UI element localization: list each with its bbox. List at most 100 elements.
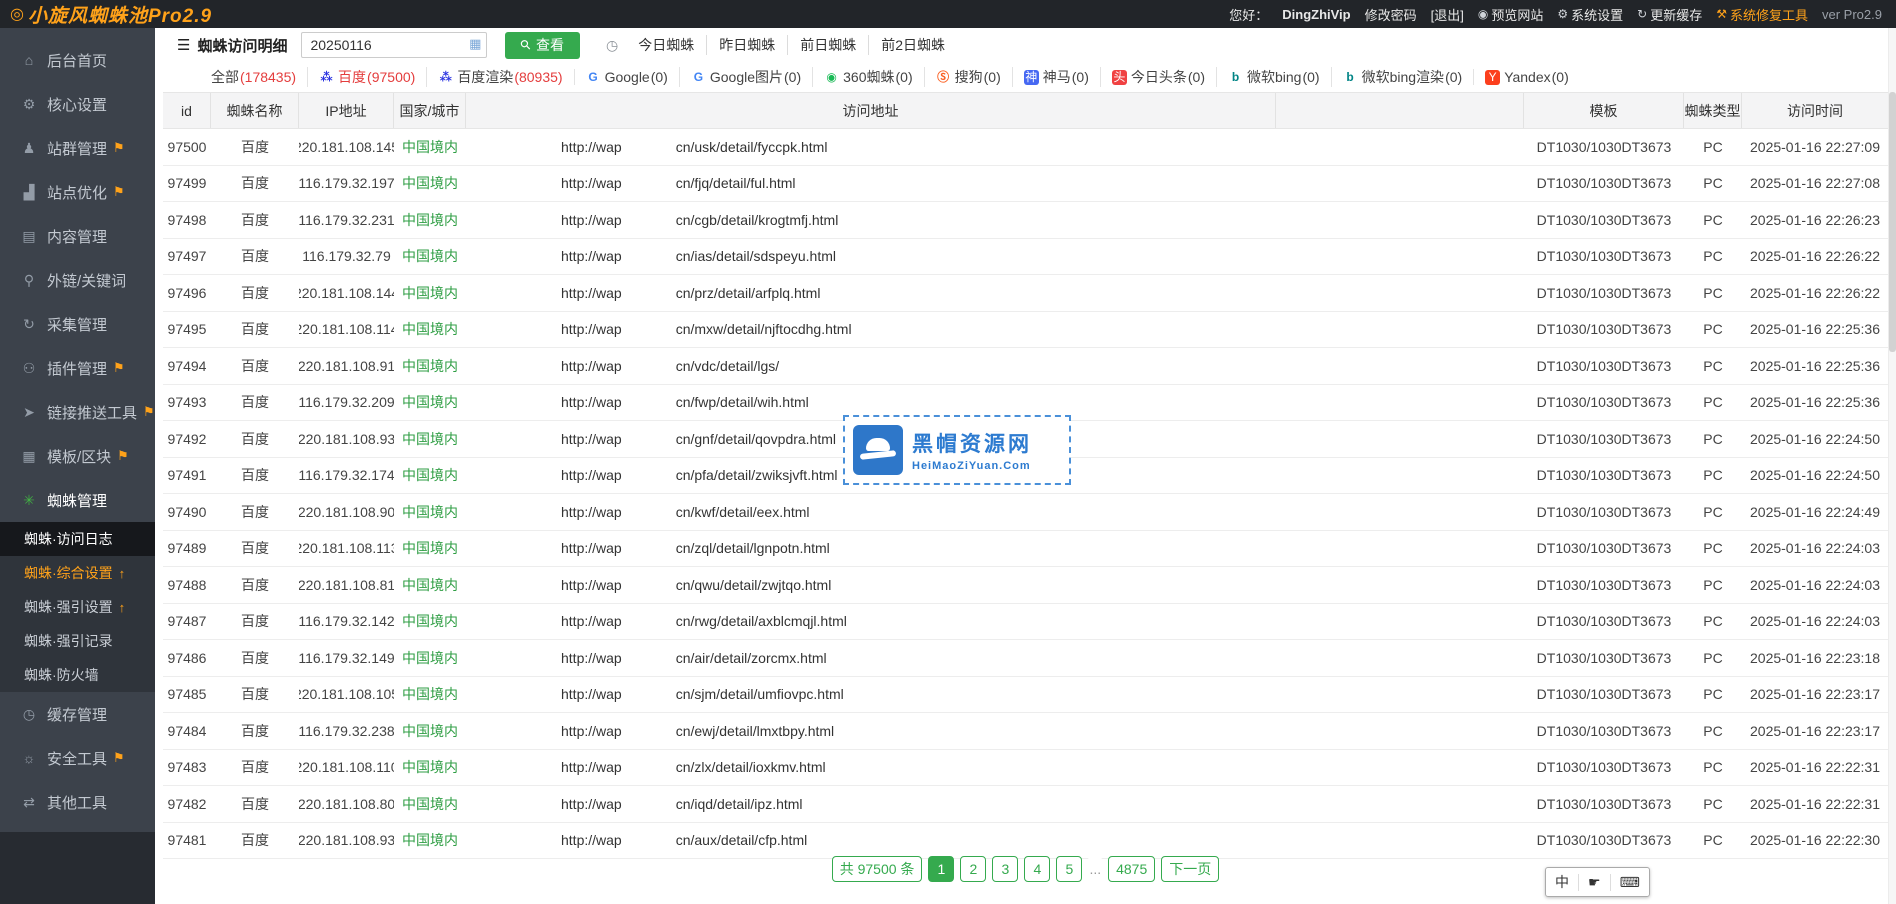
spider-filter-bar: 全部 (178435) ⁂ 百度 (97500) ⁂ 百度渲染 (80935) …: [155, 62, 1896, 92]
sidebar: ⌂ 后台首页 ⚙ 核心设置 ♟ 站群管理 ⚑ ▟ 站点优化 ⚑: [0, 28, 155, 904]
app-logo: ◎ 小旋风蜘蛛池Pro2.9: [0, 1, 212, 28]
filter-count: (0): [784, 69, 801, 85]
sidebar-item-cache[interactable]: ◷ 缓存管理: [0, 692, 155, 736]
cell-template: DT1030/1030DT3673: [1524, 212, 1684, 228]
sidebar-item-content[interactable]: ▤ 内容管理: [0, 214, 155, 258]
url-prefix: http://wap: [561, 832, 622, 848]
cell-id: 97486: [163, 650, 211, 666]
filter-bing-render[interactable]: b 微软bing渲染 (0): [1331, 67, 1474, 87]
filter-360[interactable]: ◉ 360蜘蛛 (0): [812, 67, 923, 87]
url-prefix: http://wap: [561, 358, 622, 374]
cell-template: DT1030/1030DT3673: [1524, 394, 1684, 410]
sidebar-item-dashboard[interactable]: ⌂ 后台首页: [0, 38, 155, 82]
column-header-spider-type: 蜘蛛类型: [1684, 93, 1742, 128]
cell-id: 97494: [163, 358, 211, 374]
cell-region: 中国境内: [394, 538, 466, 558]
sidebar-item-spider[interactable]: ✳ 蜘蛛管理: [0, 478, 155, 522]
scrollbar-thumb[interactable]: [1889, 92, 1896, 352]
sidebar-item-templates[interactable]: ▦ 模板/区块 ⚑: [0, 434, 155, 478]
cell-id: 97483: [163, 759, 211, 775]
chart-icon: ▟: [20, 184, 38, 201]
sidebar-item-links-keywords[interactable]: ⚲ 外链/关键词: [0, 258, 155, 302]
today-spider-link[interactable]: 今日蜘蛛: [626, 35, 706, 55]
ime-pointer-icon[interactable]: ☛: [1578, 874, 1610, 891]
cell-region: 中国境内: [394, 283, 466, 303]
filter-baidu-render[interactable]: ⁂ 百度渲染 (80935): [426, 67, 573, 87]
cell-spider-type: PC: [1684, 832, 1742, 848]
censored-domain-block: [622, 432, 676, 446]
filter-all[interactable]: 全部 (178435): [181, 67, 307, 87]
pin-icon: ⚑: [113, 184, 125, 200]
filter-google-images[interactable]: G Google图片 (0): [679, 67, 812, 87]
url-prefix: http://wap: [561, 686, 622, 702]
username-label: DingZhiVip: [1282, 7, 1350, 22]
page-button-2[interactable]: 2: [960, 856, 986, 882]
view-button[interactable]: ⚲ 查看: [505, 32, 580, 59]
filter-toutiao[interactable]: 头 今日头条 (0): [1100, 67, 1216, 87]
sidebar-item-link-push[interactable]: ➤ 链接推送工具 ⚑: [0, 390, 155, 434]
system-settings-link[interactable]: ⚙系统设置: [1557, 5, 1623, 24]
cell-region: 中国境内: [394, 356, 466, 376]
date-input[interactable]: [301, 32, 487, 58]
sidebar-item-spider-force-log[interactable]: 蜘蛛·强引记录: [0, 624, 155, 658]
sidebar-item-spider-firewall[interactable]: 蜘蛛·防火墙: [0, 658, 155, 692]
refresh-cache-link[interactable]: ↻更新缓存: [1637, 5, 1702, 24]
sidebar-item-label: 缓存管理: [47, 704, 107, 725]
filter-shenma[interactable]: 神 神马 (0): [1012, 67, 1100, 87]
sidebar-item-spider-force-settings[interactable]: 蜘蛛·强引设置 ↑: [0, 590, 155, 624]
day-before-spider-link[interactable]: 前日蜘蛛: [787, 35, 868, 55]
change-password-link[interactable]: 修改密码: [1365, 5, 1417, 24]
repair-tool-link[interactable]: ⚒系统修复工具: [1716, 5, 1808, 24]
pin-icon: ⚑: [117, 448, 129, 464]
page-button-1[interactable]: 1: [928, 856, 954, 882]
logout-link[interactable]: [退出]: [1431, 5, 1464, 24]
preview-site-link[interactable]: ◉预览网站: [1478, 5, 1544, 24]
ime-lang-indicator[interactable]: 中: [1546, 872, 1578, 892]
sidebar-item-core-settings[interactable]: ⚙ 核心设置: [0, 82, 155, 126]
sidebar-item-spider-general-settings[interactable]: 蜘蛛·综合设置 ↑: [0, 556, 155, 590]
sidebar-item-other-tools[interactable]: ⇄ 其他工具: [0, 780, 155, 824]
user-icon: ♟: [20, 140, 38, 157]
filter-count: (0): [1188, 69, 1205, 85]
page-button-4[interactable]: 4: [1024, 856, 1050, 882]
cell-visit-url: http://wap cn/zql/detail/lgnpotn.html: [466, 540, 1524, 556]
url-prefix: http://wap: [561, 467, 622, 483]
yesterday-spider-link[interactable]: 昨日蜘蛛: [706, 35, 787, 55]
cell-ip: 220.181.108.114: [299, 321, 394, 337]
censored-domain-block: [622, 176, 676, 190]
sidebar-item-spider-visit-log[interactable]: 蜘蛛·访问日志: [0, 522, 155, 556]
column-header-ip: IP地址: [299, 93, 394, 128]
sidebar-item-site-optimize[interactable]: ▟ 站点优化 ⚑: [0, 170, 155, 214]
cell-spider-name: 百度: [211, 137, 299, 157]
cell-ip: 220.181.108.93: [299, 832, 394, 848]
toolbar: ☰ 蜘蛛访问明细 ▦ ⚲ 查看 ◷ 今日蜘蛛 昨日蜘蛛 前日蜘蛛 前2日蜘蛛: [155, 28, 1896, 62]
sidebar-item-collect[interactable]: ↻ 采集管理: [0, 302, 155, 346]
cell-region: 中国境内: [394, 611, 466, 631]
two-days-before-spider-link[interactable]: 前2日蜘蛛: [868, 35, 957, 55]
filter-baidu[interactable]: ⁂ 百度 (97500): [307, 67, 426, 87]
page-button-5[interactable]: 5: [1056, 856, 1082, 882]
table-row: 97484 百度 116.179.32.238 中国境内 http://wap …: [163, 713, 1888, 750]
quick-links: ◷ 今日蜘蛛 昨日蜘蛛 前日蜘蛛 前2日蜘蛛: [606, 35, 957, 55]
magnifier-icon: ⚲: [517, 36, 535, 54]
calendar-icon[interactable]: ▦: [469, 36, 481, 52]
cell-visit-time: 2025-01-16 22:24:03: [1742, 613, 1888, 629]
page-button-4875[interactable]: 4875: [1108, 856, 1155, 882]
cell-region: 中国境内: [394, 721, 466, 741]
sidebar-item-security[interactable]: ☼ 安全工具 ⚑: [0, 736, 155, 780]
filter-sogou[interactable]: Ⓢ 搜狗 (0): [924, 67, 1012, 87]
sidebar-item-site-group[interactable]: ♟ 站群管理 ⚑: [0, 126, 155, 170]
ime-keyboard-icon[interactable]: ⌨: [1610, 874, 1649, 891]
filter-bing[interactable]: b 微软bing (0): [1216, 67, 1331, 87]
next-page-button[interactable]: 下一页: [1161, 856, 1219, 882]
scrollbar[interactable]: [1888, 28, 1896, 904]
page-button-3[interactable]: 3: [992, 856, 1018, 882]
filter-google[interactable]: G Google (0): [574, 69, 679, 85]
page-ellipsis[interactable]: ...: [1088, 856, 1102, 882]
url-prefix: http://wap: [561, 577, 622, 593]
cell-template: DT1030/1030DT3673: [1524, 285, 1684, 301]
sidebar-item-plugins[interactable]: ⚇ 插件管理 ⚑: [0, 346, 155, 390]
ime-toolbar[interactable]: 中 ☛ ⌨: [1545, 867, 1650, 897]
cell-spider-name: 百度: [211, 794, 299, 814]
filter-yandex[interactable]: Y Yandex (0): [1473, 69, 1580, 85]
